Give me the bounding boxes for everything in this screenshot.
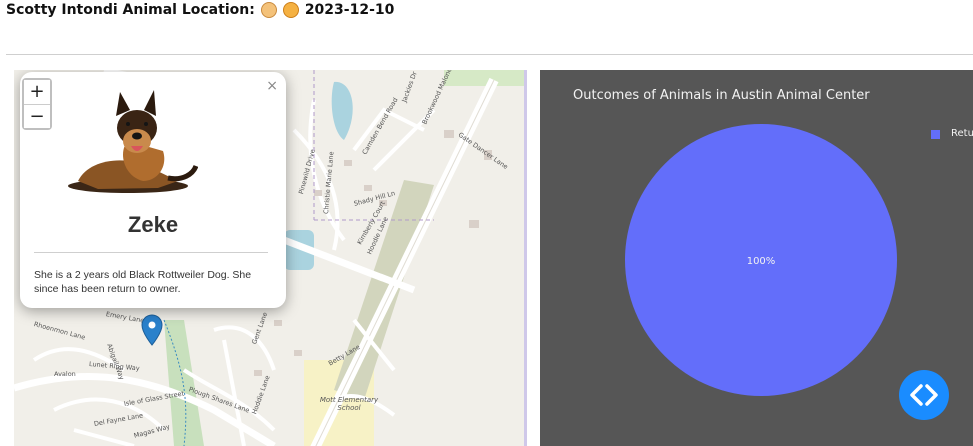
- street-label: Avalon: [54, 370, 76, 378]
- cat-face-icon: [282, 2, 299, 18]
- code-brackets-icon: [910, 384, 938, 406]
- page-header: Scotty Intondi Animal Location: 2023-12-…: [6, 0, 394, 20]
- animal-name: Zeke: [127, 212, 179, 237]
- code-toggle-button[interactable]: [899, 370, 949, 420]
- page-title: Scotty Intondi Animal Location:: [6, 2, 255, 18]
- german-shepherd-photo: [68, 90, 198, 193]
- header-date: 2023-12-10: [304, 2, 395, 18]
- header-divider: [6, 54, 973, 55]
- popup-divider: [34, 252, 268, 253]
- zoom-in-button[interactable]: +: [24, 80, 50, 104]
- outcomes-chart: Outcomes of Animals in Austin Animal Cen…: [540, 70, 973, 446]
- animal-description: She is a 2 years old Black Rottweiler Do…: [34, 269, 252, 295]
- dog-face-icon: [260, 2, 277, 18]
- map-view[interactable]: Jackies Dr Brookwood Malone Dr Camden Be…: [14, 70, 527, 446]
- zoom-out-button[interactable]: −: [24, 104, 50, 128]
- location-marker-icon[interactable]: [141, 314, 163, 346]
- pie-slice-label: 100%: [747, 256, 776, 267]
- school-label: Mott Elementary School: [319, 396, 379, 412]
- zoom-control: + −: [22, 78, 52, 130]
- popup-close-icon[interactable]: ×: [266, 78, 278, 94]
- animal-popup: × Zeke She is a 2 years old Black Rottwe…: [20, 72, 286, 308]
- legend-swatch[interactable]: [931, 130, 940, 139]
- legend-entry[interactable]: Retu: [951, 128, 973, 139]
